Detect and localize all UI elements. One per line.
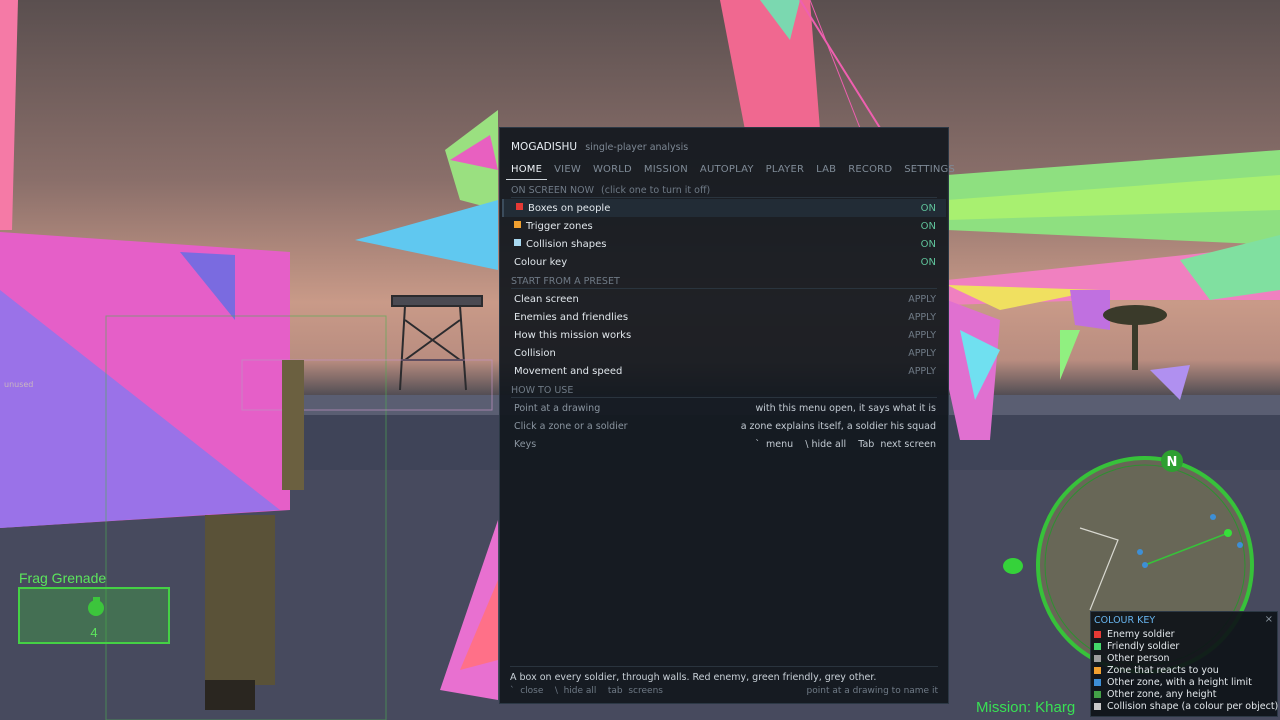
apply-button[interactable]: APPLY — [908, 312, 936, 323]
orange-swatch-icon — [514, 220, 521, 228]
toggle-label: Boxes on people — [528, 202, 611, 214]
toggle-boxes-on-people[interactable]: Boxes on people ON — [502, 199, 946, 217]
preset-clean-screen[interactable]: Clean screen APPLY — [502, 290, 946, 308]
red-swatch-icon — [516, 202, 523, 210]
apply-button[interactable]: APPLY — [908, 294, 936, 305]
help-row: Click a zone or a soldier a zone explain… — [502, 417, 946, 435]
legend-label: Enemy soldier — [1107, 628, 1175, 640]
light-grey-swatch-icon — [1094, 702, 1101, 710]
apply-button[interactable]: APPLY — [908, 330, 936, 341]
preset-enemies-friendlies[interactable]: Enemies and friendlies APPLY — [502, 308, 946, 326]
legend-item: Collision shape (a colour per object) — [1094, 700, 1278, 712]
compass-north-letter: N — [1167, 455, 1178, 470]
toggle-label: Trigger zones — [526, 220, 593, 232]
grenade-icon — [88, 597, 104, 616]
help-row: Point at a drawing with this menu open, … — [502, 399, 946, 417]
preset-label: Clean screen — [514, 293, 579, 305]
mission-label: Mission: Kharg — [976, 699, 1076, 716]
toggle-state: ON — [920, 238, 936, 250]
tab-mission[interactable]: MISSION — [639, 162, 693, 180]
legend-label: Other zone, with a height limit — [1107, 676, 1252, 688]
preset-how-mission-works[interactable]: How this mission works APPLY — [502, 326, 946, 344]
legend-item: Enemy soldier — [1094, 628, 1278, 640]
legend-label: Zone that reacts to you — [1107, 664, 1219, 676]
toggle-label: Colour key — [514, 256, 568, 268]
green-swatch-icon — [1094, 642, 1101, 650]
tab-player[interactable]: PLAYER — [761, 162, 809, 180]
tab-bar: HOME VIEW WORLD MISSION AUTOPLAY PLAYER … — [506, 162, 955, 180]
help-key: Click a zone or a soldier — [514, 420, 628, 432]
tab-view[interactable]: VIEW — [549, 162, 586, 180]
section-how-to-title: HOW TO USE — [511, 385, 574, 396]
grey-swatch-icon — [1094, 654, 1101, 662]
palm-tree — [1103, 305, 1167, 370]
preset-label: Movement and speed — [514, 365, 623, 377]
footer-description: A box on every soldier, through walls. R… — [510, 672, 877, 683]
legend-label: Collision shape (a colour per object) — [1107, 700, 1279, 712]
colour-key-list: Enemy soldier Friendly soldier Other per… — [1094, 628, 1278, 712]
close-icon[interactable]: × — [1265, 614, 1273, 625]
analysis-menu: MOGADISHU single-player analysis HOME VI… — [499, 127, 955, 704]
toggle-label: Collision shapes — [526, 238, 607, 250]
preset-label: How this mission works — [514, 329, 632, 341]
blue-swatch-icon — [514, 238, 521, 246]
app-subtitle: single-player analysis — [585, 142, 689, 153]
tab-settings[interactable]: SETTINGS — [899, 162, 960, 180]
preset-label: Enemies and friendlies — [514, 311, 629, 323]
section-on-screen: ON SCREEN NOW (click one to turn it off) — [511, 185, 937, 198]
colour-key-title: COLOUR KEY — [1094, 615, 1156, 626]
weapon-name: Frag Grenade — [19, 570, 107, 586]
ammo-count: 4 — [90, 625, 98, 640]
legend-label: Other zone, any height — [1107, 688, 1217, 700]
toggle-collision-shapes[interactable]: Collision shapes ON — [502, 235, 946, 253]
red-swatch-icon — [1094, 630, 1101, 638]
apply-button[interactable]: APPLY — [908, 366, 936, 377]
help-value: with this menu open, it says what it is — [755, 402, 936, 414]
legend-label: Friendly soldier — [1107, 640, 1180, 652]
section-on-screen-title: ON SCREEN NOW — [511, 185, 594, 196]
footer-hint: point at a drawing to name it — [806, 686, 938, 696]
dark-green-swatch-icon — [1094, 690, 1101, 698]
help-value: ` menu \ hide all Tab next screen — [755, 438, 936, 450]
help-row: Keys ` menu \ hide all Tab next screen — [502, 435, 946, 453]
tab-record[interactable]: RECORD — [843, 162, 897, 180]
toggle-trigger-zones[interactable]: Trigger zones ON — [502, 217, 946, 235]
legend-item: Other zone, with a height limit — [1094, 676, 1278, 688]
help-key: Point at a drawing — [514, 402, 601, 414]
legend-item: Friendly soldier — [1094, 640, 1278, 652]
tab-autoplay[interactable]: AUTOPLAY — [695, 162, 759, 180]
help-key: Keys — [514, 438, 537, 450]
footer-keys: ` close \ hide all tab screens — [510, 686, 663, 696]
colour-key-panel: COLOUR KEY × Enemy soldier Friendly sold… — [1090, 611, 1278, 717]
weapon-panel: 4 — [18, 587, 170, 644]
tab-world[interactable]: WORLD — [588, 162, 637, 180]
toggle-state: ON — [920, 220, 936, 232]
preset-movement-speed[interactable]: Movement and speed APPLY — [502, 362, 946, 380]
toggle-colour-key[interactable]: Colour key ON — [502, 253, 946, 271]
apply-button[interactable]: APPLY — [908, 348, 936, 359]
section-how-to: HOW TO USE — [511, 385, 937, 398]
tab-lab[interactable]: LAB — [811, 162, 841, 180]
legend-item: Other zone, any height — [1094, 688, 1278, 700]
section-presets: START FROM A PRESET — [511, 276, 937, 289]
preset-collision[interactable]: Collision APPLY — [502, 344, 946, 362]
help-value: a zone explains itself, a soldier his sq… — [740, 420, 936, 432]
legend-item: Other person — [1094, 652, 1278, 664]
orange-swatch-icon — [1094, 666, 1101, 674]
blue-swatch-icon — [1094, 678, 1101, 686]
section-on-screen-hint: (click one to turn it off) — [601, 185, 711, 196]
menu-footer: A box on every soldier, through walls. R… — [510, 666, 938, 696]
legend-item: Zone that reacts to you — [1094, 664, 1278, 676]
unused-tag: unused — [4, 380, 34, 389]
menu-header: MOGADISHU single-player analysis — [511, 141, 688, 153]
preset-label: Collision — [514, 347, 556, 359]
section-presets-title: START FROM A PRESET — [511, 276, 620, 287]
legend-label: Other person — [1107, 652, 1170, 664]
watch-tower — [391, 295, 483, 391]
toggle-state: ON — [920, 256, 936, 268]
tab-home[interactable]: HOME — [506, 162, 548, 180]
toggle-state: ON — [920, 202, 936, 214]
app-title: MOGADISHU — [511, 141, 578, 153]
